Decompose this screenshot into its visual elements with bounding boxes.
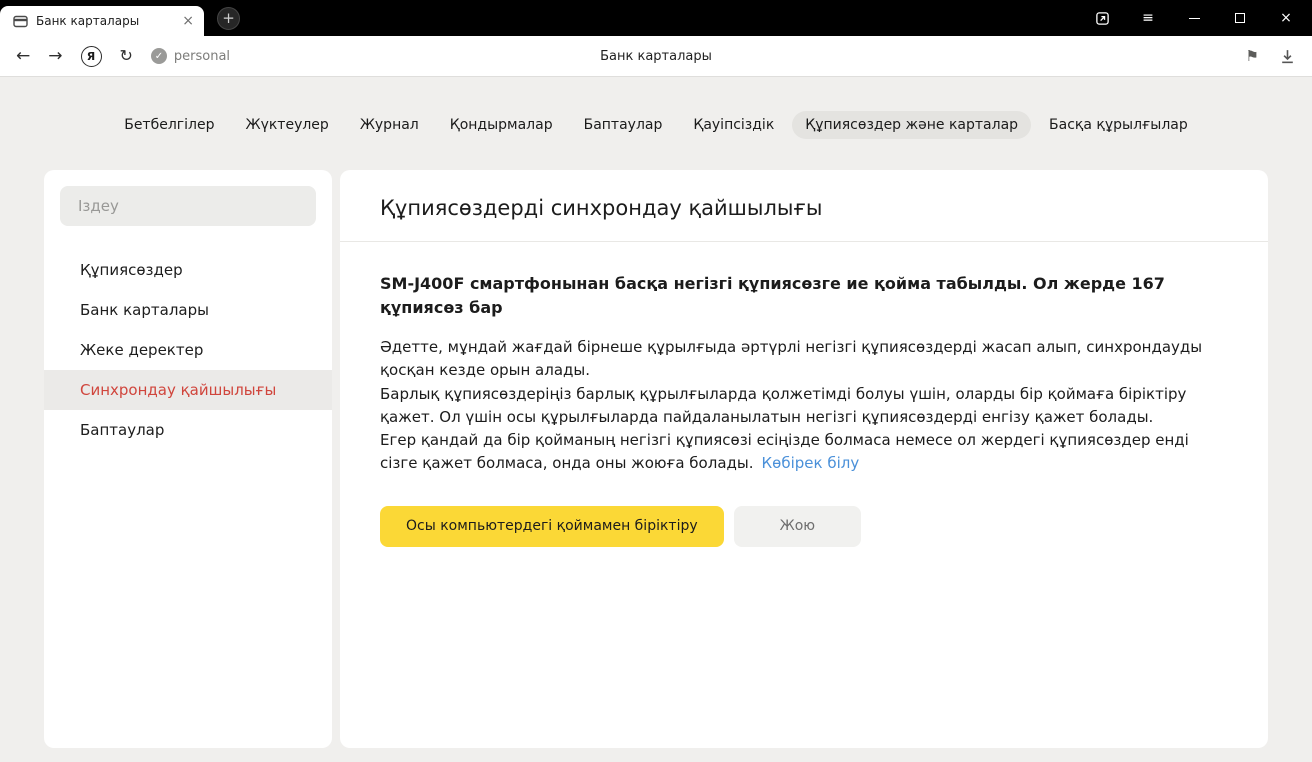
tab-security[interactable]: Қауіпсіздік — [680, 111, 787, 139]
toolbar-right: ⚑ — [1246, 48, 1296, 65]
plus-icon: + — [222, 11, 235, 26]
conflict-paragraph-3: Егер қандай да бір қойманың негізгі құпи… — [380, 429, 1215, 476]
toolbar: ← → Я ↻ ✓ personal Банк карталары ⚑ — [0, 36, 1312, 76]
learn-more-link[interactable]: Көбірек білу — [762, 454, 860, 472]
refresh-icon[interactable]: ↻ — [120, 48, 133, 64]
tab-extensions[interactable]: Қондырмалар — [437, 111, 566, 139]
search-input[interactable] — [60, 186, 316, 226]
tab-passwords-and-cards[interactable]: Құпиясөздер және карталар — [792, 111, 1031, 139]
window-controls: ≡ × — [1094, 10, 1312, 26]
conflict-heading: SM-J400F смартфонынан басқа негізгі құпи… — [380, 272, 1210, 320]
maximize-icon — [1235, 13, 1245, 23]
minimize-button[interactable] — [1186, 10, 1202, 26]
action-buttons: Осы компьютердегі қоймамен біріктіру Жою — [380, 506, 1228, 547]
tab-downloads[interactable]: Жүктеулер — [232, 111, 341, 139]
sidebar-item-settings[interactable]: Баптаулар — [44, 410, 332, 450]
main-panel: Құпиясөздерді синхрондау қайшылығы SM-J4… — [340, 170, 1268, 748]
sidebar-menu: Құпиясөздер Банк карталары Жеке деректер… — [60, 250, 316, 450]
sidebar-item-personal-data[interactable]: Жеке деректер — [44, 330, 332, 370]
tab-history[interactable]: Журнал — [347, 111, 432, 139]
protect-label: personal — [174, 49, 230, 64]
content-area: Құпиясөздер Банк карталары Жеке деректер… — [44, 170, 1268, 748]
side-panel-icon[interactable] — [1094, 10, 1110, 26]
main-body: SM-J400F смартфонынан басқа негізгі құпи… — [340, 242, 1268, 577]
minimize-icon — [1189, 18, 1200, 19]
browser-tab[interactable]: Банк карталары × — [0, 6, 204, 36]
tab-title: Банк карталары — [36, 14, 174, 28]
protect-shield-icon: ✓ — [151, 48, 167, 64]
titlebar: Банк карталары × + ≡ × — [0, 0, 1312, 36]
download-icon[interactable] — [1279, 48, 1296, 65]
delete-button[interactable]: Жою — [734, 506, 861, 547]
protect-badge[interactable]: ✓ personal — [151, 48, 230, 64]
yandex-logo-icon[interactable]: Я — [81, 46, 102, 67]
merge-storage-button[interactable]: Осы компьютердегі қоймамен біріктіру — [380, 506, 724, 547]
menu-icon[interactable]: ≡ — [1140, 10, 1156, 26]
toolbar-left: ← → Я ↻ ✓ personal — [16, 46, 230, 67]
back-icon[interactable]: ← — [16, 48, 30, 65]
sidebar-item-bank-cards[interactable]: Банк карталары — [44, 290, 332, 330]
settings-page: Бетбелгілер Жүктеулер Журнал Қондырмалар… — [0, 76, 1312, 762]
settings-nav-tabs: Бетбелгілер Жүктеулер Журнал Қондырмалар… — [0, 76, 1312, 139]
tab-other-devices[interactable]: Басқа құрылғылар — [1036, 111, 1201, 139]
tab-close-icon[interactable]: × — [182, 14, 194, 28]
browser-window: Банк карталары × + ≡ × ← → Я ↻ ✓ persona… — [0, 0, 1312, 762]
conflict-paragraph-2: Барлық құпиясөздеріңіз барлық құрылғылар… — [380, 383, 1215, 430]
main-header: Құпиясөздерді синхрондау қайшылығы — [340, 170, 1268, 242]
page-title: Құпиясөздерді синхрондау қайшылығы — [380, 196, 1228, 220]
bookmark-icon[interactable]: ⚑ — [1246, 49, 1259, 64]
new-tab-button[interactable]: + — [217, 7, 240, 30]
forward-icon[interactable]: → — [48, 48, 62, 65]
sidebar-item-passwords[interactable]: Құпиясөздер — [44, 250, 332, 290]
tab-bookmarks[interactable]: Бетбелгілер — [111, 111, 227, 139]
sidebar: Құпиясөздер Банк карталары Жеке деректер… — [44, 170, 332, 748]
sidebar-item-sync-conflict[interactable]: Синхрондау қайшылығы — [44, 370, 332, 410]
tab-settings[interactable]: Баптаулар — [571, 111, 676, 139]
conflict-paragraph-1: Әдетте, мұндай жағдай бірнеше құрылғыда … — [380, 336, 1215, 383]
close-window-button[interactable]: × — [1278, 10, 1294, 26]
tab-favicon-icon — [12, 13, 28, 29]
maximize-button[interactable] — [1232, 10, 1248, 26]
